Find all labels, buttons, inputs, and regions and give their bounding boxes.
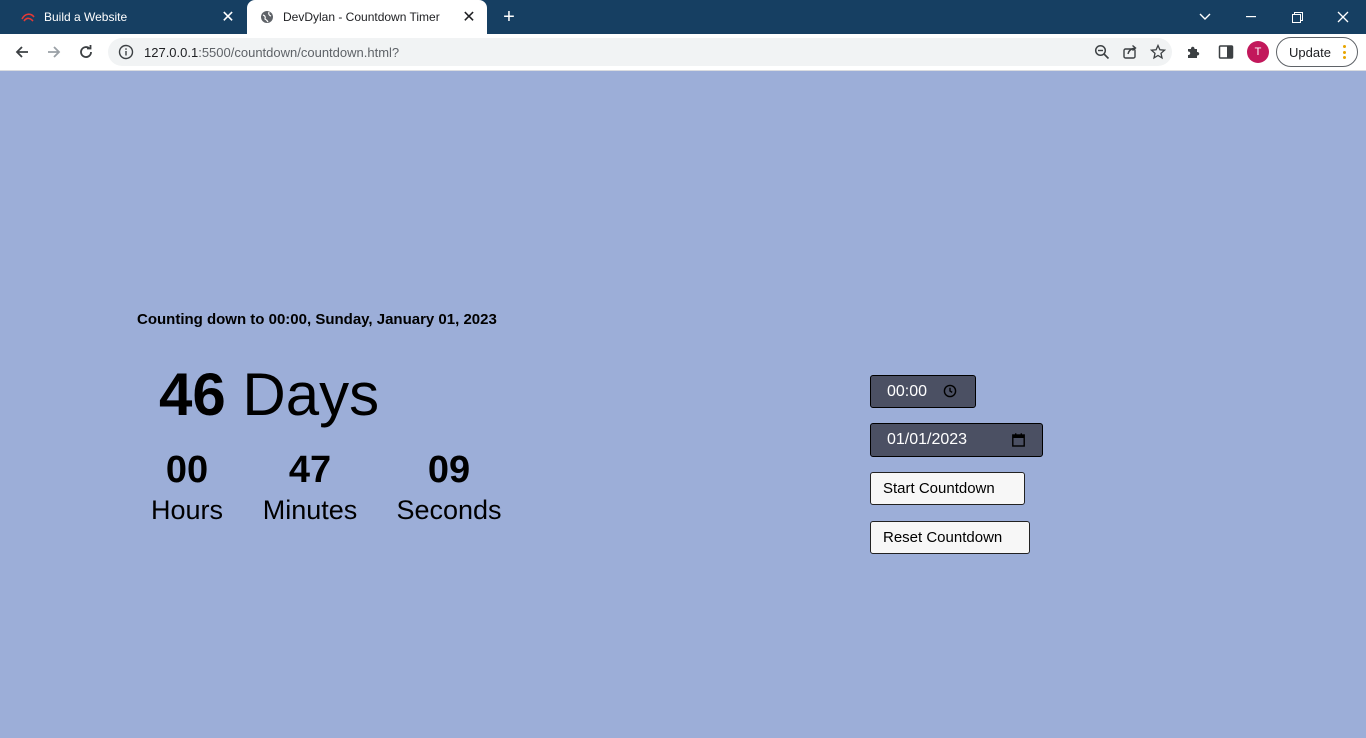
- tab-countdown-timer[interactable]: DevDylan - Countdown Timer ✕: [247, 0, 487, 34]
- reset-countdown-button[interactable]: Reset Countdown: [870, 521, 1030, 554]
- time-value: 00:00: [887, 382, 928, 400]
- minutes-unit: 47 Minutes: [254, 448, 366, 528]
- hours-label: Hours: [150, 495, 224, 525]
- seconds-label: Seconds: [396, 495, 502, 525]
- minutes-value: 47: [288, 449, 332, 491]
- tab-label: Build a Website: [44, 10, 128, 24]
- browser-toolbar: 127.0.0.1:5500/countdown/countdown.html?: [0, 34, 1366, 71]
- hours-value: 00: [165, 449, 209, 491]
- url-text[interactable]: 127.0.0.1:5500/countdown/countdown.html?: [144, 45, 1088, 60]
- seconds-unit: 09 Seconds: [390, 448, 508, 528]
- calendar-icon[interactable]: [1012, 433, 1025, 447]
- time-input[interactable]: 00:00: [870, 375, 976, 408]
- address-bar[interactable]: 127.0.0.1:5500/countdown/countdown.html?: [108, 38, 1172, 66]
- days-value: 46: [159, 361, 226, 428]
- new-tab-button[interactable]: +: [498, 6, 520, 28]
- minimize-window-icon[interactable]: [1228, 0, 1274, 34]
- date-value: 01/01/2023: [887, 431, 968, 448]
- tab-search-chevron-icon[interactable]: [1182, 0, 1228, 34]
- extensions-puzzle-icon[interactable]: [1180, 38, 1208, 66]
- days-display: 46 Days: [159, 358, 379, 432]
- zoom-icon[interactable]: [1088, 38, 1116, 66]
- tab-label: DevDylan - Countdown Timer: [283, 10, 440, 24]
- start-countdown-button[interactable]: Start Countdown: [870, 472, 1025, 505]
- update-label: Update: [1289, 44, 1331, 60]
- close-tab-icon[interactable]: ✕: [218, 7, 238, 27]
- reload-icon[interactable]: [72, 38, 100, 66]
- clock-icon[interactable]: [943, 384, 957, 398]
- share-icon[interactable]: [1116, 38, 1144, 66]
- close-tab-icon[interactable]: ✕: [459, 7, 479, 27]
- more-menu-icon[interactable]: [1343, 45, 1347, 59]
- date-input[interactable]: 01/01/2023: [870, 423, 1043, 457]
- close-window-icon[interactable]: [1320, 0, 1366, 34]
- countdown-heading: Counting down to 00:00, Sunday, January …: [137, 311, 497, 328]
- forward-arrow-icon[interactable]: [40, 38, 68, 66]
- hours-unit: 00 Hours: [146, 448, 228, 528]
- back-arrow-icon[interactable]: [8, 38, 36, 66]
- profile-avatar[interactable]: T: [1247, 41, 1269, 63]
- brand-logo-icon: [20, 9, 36, 25]
- bookmark-star-icon[interactable]: [1144, 38, 1172, 66]
- tab-build-a-website[interactable]: Build a Website ✕: [0, 0, 246, 34]
- restore-window-icon[interactable]: [1274, 0, 1320, 34]
- days-label: Days: [242, 361, 380, 428]
- update-button[interactable]: Update: [1276, 37, 1358, 67]
- url-path: :5500/countdown/countdown.html?: [198, 44, 400, 60]
- side-panel-icon[interactable]: [1212, 38, 1240, 66]
- site-info-icon[interactable]: [118, 44, 134, 60]
- url-host: 127.0.0.1: [144, 44, 199, 60]
- seconds-value: 09: [427, 449, 471, 491]
- minutes-label: Minutes: [262, 495, 358, 525]
- globe-icon: [259, 9, 275, 25]
- browser-tab-strip: Build a Website ✕ DevDylan - Countdown T…: [0, 0, 1366, 34]
